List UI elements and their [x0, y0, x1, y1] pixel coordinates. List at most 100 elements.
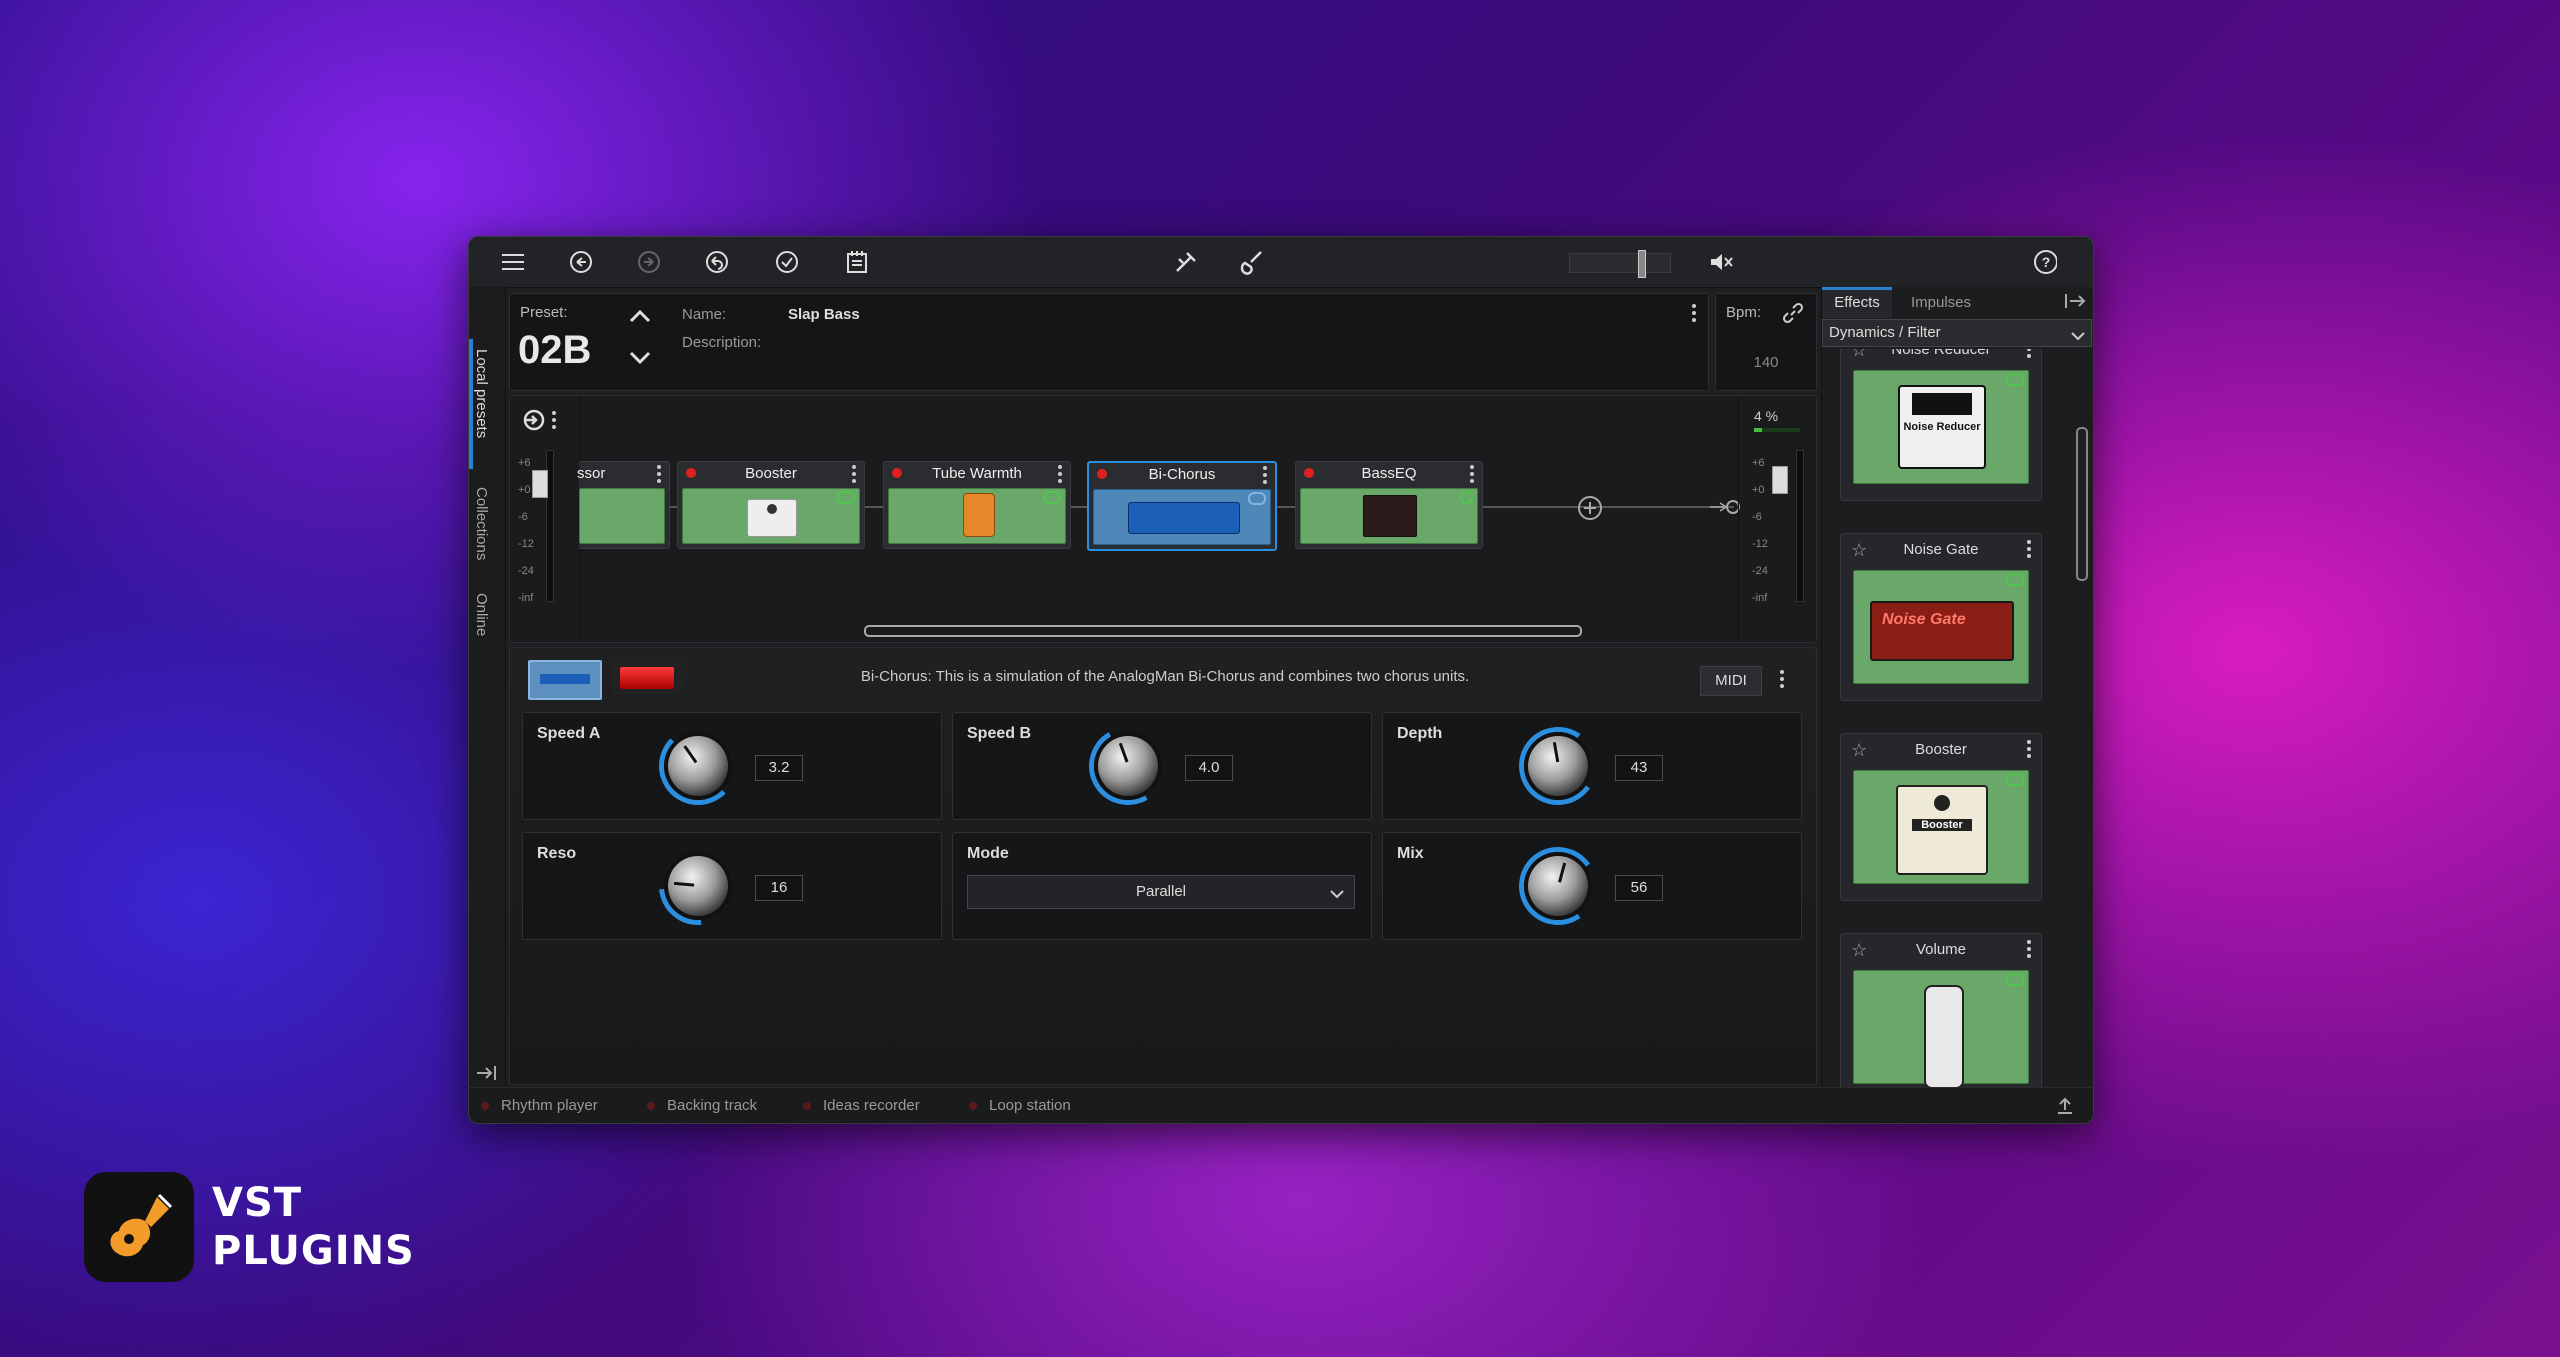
notes-icon[interactable] — [845, 250, 869, 274]
pedal-menu-icon[interactable] — [852, 465, 856, 483]
tab-local-presets[interactable]: Local presets — [473, 349, 490, 438]
undo-icon[interactable] — [569, 250, 593, 274]
effect-menu-icon[interactable] — [2027, 740, 2031, 758]
param-value[interactable]: 43 — [1615, 755, 1663, 781]
effect-name: Noise Gate — [1903, 540, 1979, 558]
param-value[interactable]: 3.2 — [755, 755, 803, 781]
volume-slider-handle[interactable] — [1638, 250, 1646, 278]
ideas-recorder-button[interactable]: Ideas recorder — [803, 1097, 920, 1114]
tab-online[interactable]: Online — [473, 593, 490, 636]
volume-slider[interactable] — [1569, 250, 1671, 278]
preset-up-icon[interactable] — [628, 308, 652, 329]
output-tick: -12 — [1752, 538, 1768, 550]
brand-line2: PLUGINS — [212, 1228, 415, 1274]
effect-menu-icon[interactable] — [2027, 940, 2031, 958]
param-value[interactable]: 4.0 — [1185, 755, 1233, 781]
pedal-text: Noise Reducer — [1903, 421, 1981, 433]
brand-line1: VST — [212, 1180, 303, 1226]
led-off-icon — [481, 1101, 489, 1110]
pedal-basseq[interactable]: BassEQ — [1295, 461, 1483, 549]
input-tick: -24 — [518, 565, 534, 577]
param-label: Reso — [537, 845, 577, 862]
effects-list: ☆ Noise Reducer Noise Reducer ☆ Noise Ga… — [1822, 349, 2072, 1099]
speed-b-knob[interactable] — [1098, 736, 1158, 796]
preset-down-icon[interactable] — [628, 350, 652, 371]
bottom-item-label: Ideas recorder — [823, 1097, 920, 1114]
rhythm-player-button[interactable]: Rhythm player — [481, 1097, 598, 1114]
pedal-menu-icon[interactable] — [1058, 465, 1062, 483]
mute-icon[interactable] — [1709, 250, 1733, 274]
favorite-star-icon[interactable]: ☆ — [1851, 740, 1867, 761]
reso-knob[interactable] — [668, 856, 728, 916]
pedal-compressor[interactable]: ssor — [577, 461, 670, 549]
effect-editor: Bi-Chorus: This is a simulation of the A… — [509, 647, 1817, 1085]
input-routing-icon[interactable] — [522, 408, 546, 437]
output-gain-handle[interactable] — [1772, 466, 1788, 494]
tab-impulses[interactable]: Impulses — [1896, 290, 1986, 316]
save-check-icon[interactable] — [775, 250, 799, 274]
tab-effects[interactable]: Effects — [1822, 287, 1892, 318]
editor-menu-icon[interactable] — [1780, 670, 1784, 688]
booster-pedal-image: Booster — [1896, 785, 1988, 875]
tab-collections[interactable]: Collections — [473, 487, 490, 560]
noise-gate-pedal-image: Noise Gate — [1870, 601, 2014, 661]
param-value[interactable]: 56 — [1615, 875, 1663, 901]
favorite-star-icon[interactable]: ☆ — [1851, 940, 1867, 961]
pedal-menu-icon[interactable] — [1263, 466, 1267, 484]
revert-icon[interactable] — [705, 250, 729, 274]
bpm-panel: Bpm: 140 — [1715, 293, 1817, 391]
preset-header: Preset: 02B Name: Slap Bass Description: — [509, 293, 1709, 391]
browser-scrollbar[interactable] — [2076, 427, 2088, 581]
mode-value: Parallel — [1135, 883, 1187, 900]
effect-card-noise-reducer[interactable]: ☆ Noise Reducer Noise Reducer — [1840, 349, 2042, 501]
volume-pedal-image — [1924, 985, 1964, 1089]
effect-card-noise-gate[interactable]: ☆ Noise Gate Noise Gate — [1840, 533, 2042, 701]
power-led-icon[interactable] — [686, 468, 696, 478]
param-value[interactable]: 16 — [755, 875, 803, 901]
collapse-left-icon[interactable] — [475, 1065, 497, 1086]
effect-menu-icon[interactable] — [2027, 540, 2031, 558]
effect-menu-icon[interactable] — [2027, 349, 2031, 358]
guitar-icon[interactable] — [1239, 250, 1263, 275]
add-effect-icon[interactable] — [1576, 494, 1604, 527]
power-led-icon[interactable] — [1097, 469, 1107, 479]
backing-track-button[interactable]: Backing track — [647, 1097, 757, 1114]
power-led-icon[interactable] — [1304, 468, 1314, 478]
pedal-bi-chorus[interactable]: Bi-Chorus — [1087, 461, 1277, 551]
help-icon[interactable]: ? — [2033, 250, 2057, 274]
output-meter: +6 +0 -6 -12 -24 -inf — [1748, 450, 1808, 604]
chain-scrollbar[interactable] — [864, 625, 1582, 637]
preset-name[interactable]: Slap Bass — [788, 306, 860, 323]
power-led-icon[interactable] — [892, 468, 902, 478]
midi-button[interactable]: MIDI — [1700, 666, 1762, 696]
depth-knob[interactable] — [1528, 736, 1588, 796]
speed-a-knob[interactable] — [668, 736, 728, 796]
favorite-star-icon[interactable]: ☆ — [1851, 349, 1867, 361]
pedal-booster[interactable]: Booster — [677, 461, 865, 549]
category-select[interactable]: Dynamics / Filter — [1822, 319, 2092, 347]
input-menu-icon[interactable] — [552, 411, 556, 429]
mode-select[interactable]: Parallel — [967, 875, 1355, 909]
effect-card-volume[interactable]: ☆ Volume — [1840, 933, 2042, 1099]
bpm-link-icon[interactable] — [1782, 302, 1804, 329]
bpm-value[interactable]: 140 — [1716, 354, 1816, 371]
effect-name: Booster — [1915, 740, 1967, 758]
link-icon — [2006, 973, 2024, 986]
mix-knob[interactable] — [1528, 856, 1588, 916]
favorite-star-icon[interactable]: ☆ — [1851, 540, 1867, 561]
pedal-tube-warmth[interactable]: Tube Warmth — [883, 461, 1071, 549]
redo-icon[interactable] — [637, 250, 661, 274]
preset-number: 02B — [518, 328, 592, 372]
collapse-right-icon[interactable] — [2064, 293, 2086, 314]
menu-icon[interactable] — [501, 250, 525, 274]
loop-station-button[interactable]: Loop station — [969, 1097, 1071, 1114]
input-gain-handle[interactable] — [532, 470, 548, 498]
effect-card-booster[interactable]: ☆ Booster Booster — [1840, 733, 2042, 901]
pedal-menu-icon[interactable] — [657, 465, 661, 483]
preset-label: Preset: — [520, 304, 568, 321]
export-icon[interactable] — [2055, 1096, 2075, 1121]
output-tick: -inf — [1752, 592, 1768, 604]
preset-menu-icon[interactable] — [1692, 304, 1696, 322]
pedal-menu-icon[interactable] — [1470, 465, 1474, 483]
tuner-icon[interactable] — [1173, 250, 1197, 274]
